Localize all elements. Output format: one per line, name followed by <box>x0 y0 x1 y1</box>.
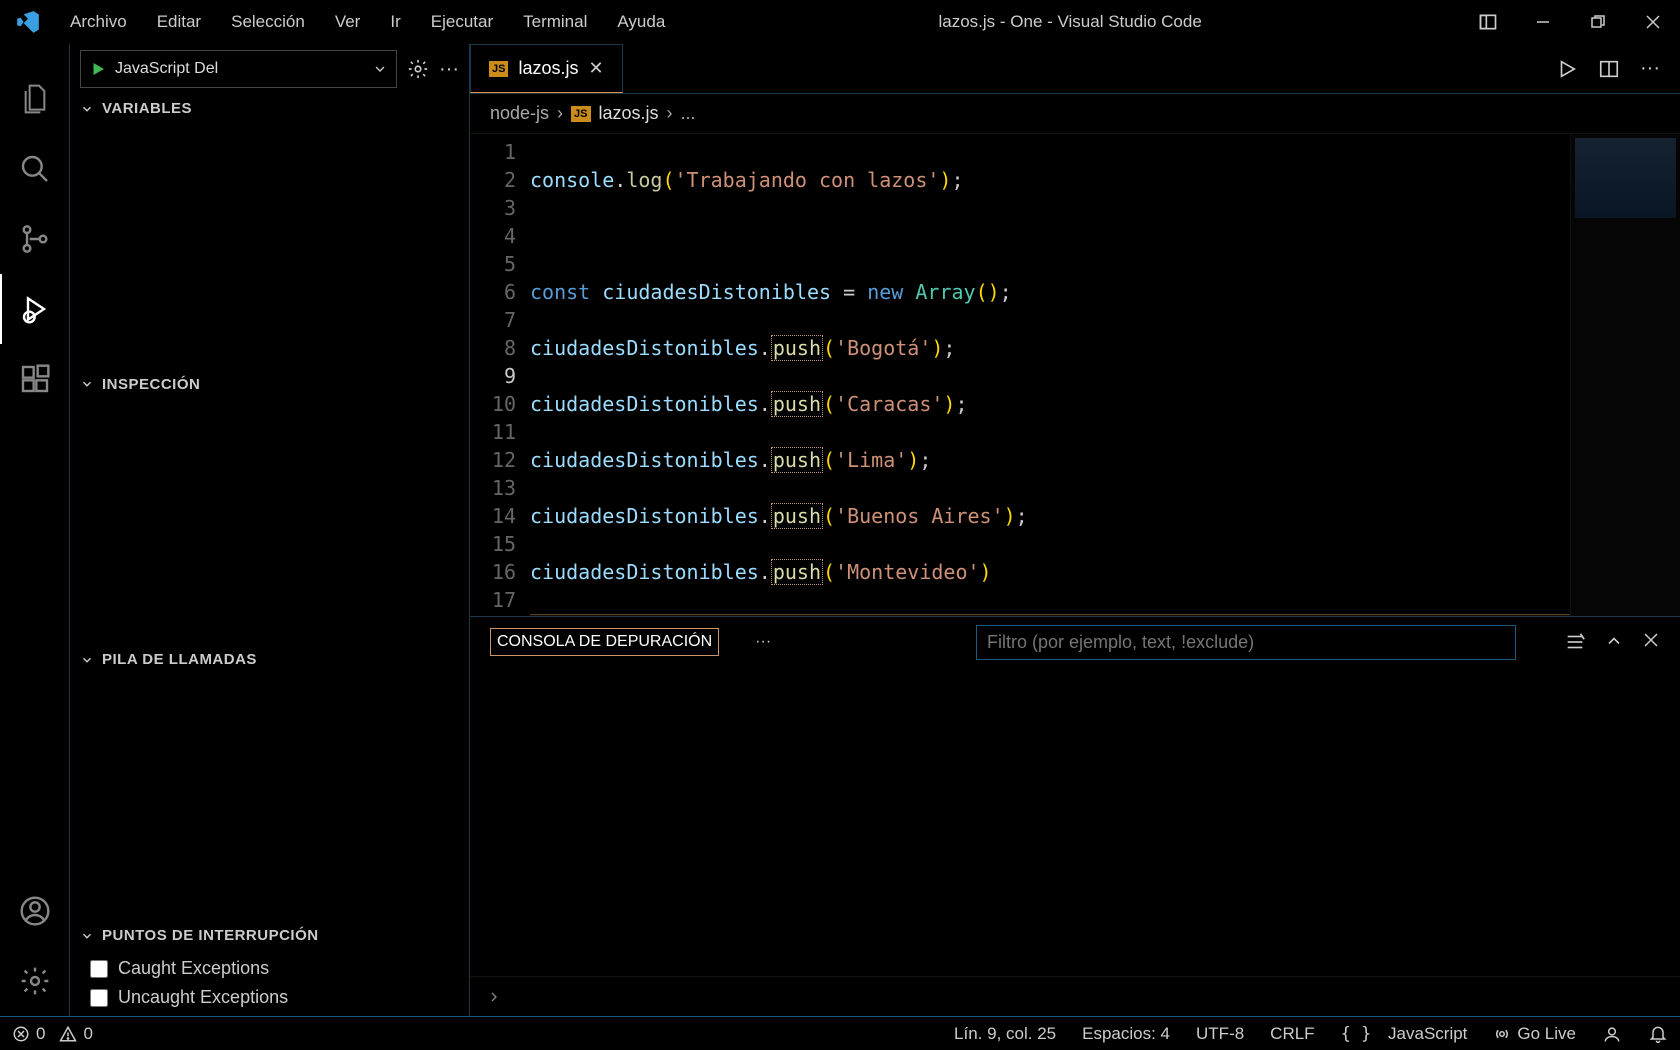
status-golive[interactable]: Go Live <box>1493 1024 1576 1044</box>
caught-label: Caught Exceptions <box>118 958 269 979</box>
account-icon[interactable] <box>0 876 70 946</box>
status-language[interactable]: { } JavaScript <box>1341 1024 1468 1044</box>
explorer-icon[interactable] <box>0 64 70 134</box>
section-callstack[interactable]: PILA DE LLAMADAS <box>70 645 469 674</box>
menu-ir[interactable]: Ir <box>375 12 415 32</box>
status-position[interactable]: Lín. 9, col. 25 <box>954 1024 1056 1044</box>
panel-tab-more[interactable]: ··· <box>749 629 777 655</box>
debug-sidebar: JavaScript Del ··· VARIABLES INSPECCIÓN … <box>70 44 470 1016</box>
status-errors[interactable]: 0 <box>12 1024 45 1044</box>
tab-lazos[interactable]: JS lazos.js ✕ <box>470 44 623 93</box>
status-warnings[interactable]: 0 <box>59 1024 92 1044</box>
debug-console-input[interactable] <box>470 976 1680 1016</box>
close-button[interactable] <box>1625 0 1680 44</box>
start-debug-icon[interactable] <box>89 60 107 78</box>
debug-target-label: JavaScript Del <box>115 60 218 78</box>
debug-console-output[interactable] <box>470 667 1680 976</box>
window-title: lazos.js - One - Visual Studio Code <box>680 12 1460 32</box>
uncaught-checkbox[interactable] <box>90 989 108 1007</box>
tab-filename: lazos.js <box>518 58 578 79</box>
chevron-down-icon[interactable] <box>372 61 388 77</box>
titlebar: Archivo Editar Selección Ver Ir Ejecutar… <box>0 0 1680 44</box>
status-encoding[interactable]: UTF-8 <box>1196 1024 1244 1044</box>
editor-area: JS lazos.js ✕ ··· node-js › JS lazos.js … <box>470 44 1680 1016</box>
code-content[interactable]: console.log('Trabajando con lazos'); con… <box>530 134 1570 616</box>
section-variables-label: VARIABLES <box>102 100 192 117</box>
debug-config-selector[interactable]: JavaScript Del <box>80 50 397 88</box>
breadcrumb-folder[interactable]: node-js <box>490 103 549 124</box>
status-spaces[interactable]: Espacios: 4 <box>1082 1024 1170 1044</box>
menu-archivo[interactable]: Archivo <box>55 12 142 32</box>
js-file-icon: JS <box>489 61 508 77</box>
menu-editar[interactable]: Editar <box>142 12 216 32</box>
status-eol[interactable]: CRLF <box>1270 1024 1314 1044</box>
tab-bar: JS lazos.js ✕ ··· <box>470 44 1680 94</box>
search-icon[interactable] <box>0 134 70 204</box>
chevron-right-icon: › <box>667 103 673 124</box>
menu-ejecutar[interactable]: Ejecutar <box>416 12 508 32</box>
editor-more-icon[interactable]: ··· <box>1640 57 1660 80</box>
section-watch-label: INSPECCIÓN <box>102 376 200 393</box>
menu-ayuda[interactable]: Ayuda <box>602 12 680 32</box>
run-file-icon[interactable] <box>1556 58 1578 80</box>
extensions-icon[interactable] <box>0 344 70 414</box>
settings-gear-icon[interactable] <box>0 946 70 1016</box>
breadcrumb-tail[interactable]: ... <box>681 103 696 124</box>
status-feedback-icon[interactable] <box>1602 1024 1622 1044</box>
menu-seleccion[interactable]: Selección <box>216 12 320 32</box>
uncaught-label: Uncaught Exceptions <box>118 987 288 1008</box>
chevron-right-icon: › <box>557 103 563 124</box>
breakpoint-uncaught[interactable]: Uncaught Exceptions <box>90 983 449 1012</box>
run-debug-icon[interactable] <box>0 274 70 344</box>
close-panel-icon[interactable] <box>1642 631 1660 653</box>
vscode-logo-icon <box>0 9 55 35</box>
layout-icon[interactable] <box>1460 0 1515 44</box>
menu-terminal[interactable]: Terminal <box>508 12 602 32</box>
minimize-button[interactable] <box>1515 0 1570 44</box>
breakpoint-caught[interactable]: Caught Exceptions <box>90 954 449 983</box>
breadcrumb[interactable]: node-js › JS lazos.js › ... <box>470 94 1680 134</box>
maximize-button[interactable] <box>1570 0 1625 44</box>
bottom-panel: CONSOLA DE DEPURACIÓN ··· <box>470 616 1680 1016</box>
panel-filter-input[interactable] <box>976 625 1516 660</box>
split-editor-icon[interactable] <box>1598 58 1620 80</box>
menu-ver[interactable]: Ver <box>320 12 376 32</box>
section-breakpoints-label: PUNTOS DE INTERRUPCIÓN <box>102 927 319 944</box>
status-bell-icon[interactable] <box>1648 1024 1668 1044</box>
source-control-icon[interactable] <box>0 204 70 274</box>
section-breakpoints[interactable]: PUNTOS DE INTERRUPCIÓN <box>70 921 469 950</box>
activity-bar <box>0 44 70 1016</box>
caught-checkbox[interactable] <box>90 960 108 978</box>
collapse-panel-icon[interactable] <box>1604 631 1624 653</box>
tab-close-icon[interactable]: ✕ <box>589 58 604 79</box>
clear-console-icon[interactable] <box>1564 631 1586 653</box>
panel-tab-debug-console[interactable]: CONSOLA DE DEPURACIÓN <box>490 628 719 656</box>
more-actions-icon[interactable]: ··· <box>439 58 459 81</box>
debug-settings-gear-icon[interactable] <box>407 58 429 80</box>
section-watch[interactable]: INSPECCIÓN <box>70 370 469 399</box>
status-bar: 0 0 Lín. 9, col. 25 Espacios: 4 UTF-8 CR… <box>0 1016 1680 1050</box>
section-variables[interactable]: VARIABLES <box>70 94 469 123</box>
breadcrumb-file[interactable]: lazos.js <box>599 103 659 124</box>
code-editor[interactable]: 1234567891011121314151617 console.log('T… <box>470 134 1680 616</box>
section-callstack-label: PILA DE LLAMADAS <box>102 651 257 668</box>
line-gutter: 1234567891011121314151617 <box>470 134 530 616</box>
minimap[interactable] <box>1570 134 1680 616</box>
js-file-icon: JS <box>571 106 590 122</box>
